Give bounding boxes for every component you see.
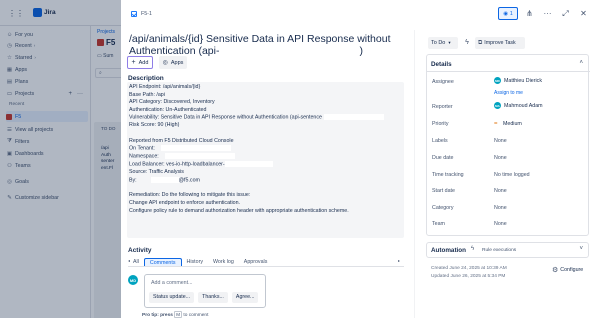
chevron-down-icon: ˅	[579, 246, 583, 252]
lightning-icon: ϟ	[471, 246, 475, 252]
pro-tip: Pro tip: press M to comment	[142, 311, 209, 318]
description-line: Vulnerability: Sensitive Data in API Res…	[129, 114, 402, 122]
redacted-text	[224, 161, 273, 168]
details-heading[interactable]: Details	[431, 61, 452, 68]
quick-reply-thanks[interactable]: Thanks...	[198, 292, 228, 303]
description-line: API Endpoint: /api/animals/{id}	[129, 84, 201, 90]
description-line: Base Path: /api	[129, 91, 165, 98]
description-line: Namespace:	[129, 153, 402, 161]
labels-value[interactable]: None	[494, 138, 507, 144]
description-line: Configure policy rule to demand authoriz…	[129, 207, 349, 214]
updated-timestamp: Updated June 26, 2025 at 5:34 PM	[431, 274, 506, 279]
automation-action-button[interactable]: ϟ	[461, 37, 473, 49]
gear-icon: ⚙	[552, 267, 559, 274]
created-timestamp: Created June 24, 2025 at 10:39 AM	[431, 266, 507, 271]
expand-button[interactable]: ⤢	[559, 7, 572, 20]
assignee-value[interactable]: MD Matthieu Dierick	[494, 77, 542, 84]
issue-key[interactable]: F5-1	[131, 11, 152, 17]
details-panel: Details ˄ Assignee MD Matthieu Dierick As…	[426, 54, 590, 236]
redacted-text	[219, 46, 360, 57]
redacted-text	[150, 176, 179, 183]
time-tracking-value[interactable]: No time logged	[494, 172, 530, 178]
description-line: On Tenant:	[129, 145, 402, 153]
quick-replies: Status update... Thanks... Agree...	[149, 292, 259, 303]
field-label: Priority	[432, 121, 449, 127]
priority-medium-icon: =	[494, 120, 498, 127]
issue-title[interactable]: /api/animals/{id} Sensitive Data in API …	[129, 33, 394, 57]
team-value[interactable]: None	[494, 221, 507, 227]
redacted-text	[323, 114, 384, 121]
close-icon: ✕	[580, 9, 587, 18]
task-type-icon	[131, 11, 137, 17]
lightning-icon: ϟ	[465, 39, 469, 46]
quick-reply-agree[interactable]: Agree...	[231, 292, 259, 303]
description-line: Remediation: Do the following to mitigat…	[129, 192, 251, 199]
panel-divider	[414, 30, 415, 318]
improve-task-button[interactable]: ⧉ Improve Task	[475, 37, 525, 49]
description-body[interactable]: API Endpoint: /api/animals/{id} Base Pat…	[127, 82, 404, 238]
field-label: Reporter	[432, 104, 453, 110]
description-line: Reported from F5 Distributed Cloud Conso…	[129, 137, 234, 144]
due-date-value[interactable]: None	[494, 155, 507, 161]
redacted-text	[160, 145, 231, 152]
share-icon: ⋔	[526, 9, 533, 18]
automation-panel[interactable]: Automation ϟ Rule executions ˅	[426, 242, 589, 258]
ai-sparkle-icon: ⧉	[478, 40, 483, 46]
scroll-left-icon[interactable]: ◂	[128, 258, 130, 263]
share-button[interactable]: ⋔	[523, 7, 536, 20]
description-line: By: @f5.com	[129, 176, 200, 184]
close-button[interactable]: ✕	[577, 7, 590, 20]
avatar: MD	[128, 275, 138, 285]
description-line: Change API endpoint to enforce authentic…	[129, 199, 241, 206]
reporter-value[interactable]: MA Mahmoud Adam	[494, 102, 543, 109]
avatar: MD	[494, 77, 501, 84]
plus-icon: +	[131, 59, 136, 66]
automation-heading: Automation	[431, 247, 466, 254]
field-label: Due date	[432, 155, 454, 161]
eye-icon: ◉	[503, 10, 508, 17]
status-dropdown[interactable]: To Do ▾	[428, 37, 458, 49]
divider	[128, 266, 404, 267]
add-button[interactable]: + Add	[127, 56, 153, 69]
redacted-text	[164, 153, 235, 160]
field-label: Assignee	[432, 79, 454, 85]
avatar: MA	[494, 102, 501, 109]
description-line: Load Balancer: ves-io-http-loadbalancer-	[129, 161, 402, 169]
description-line: Risk Score: 90 (High)	[129, 122, 180, 129]
field-label: Team	[432, 221, 445, 227]
category-value[interactable]: None	[494, 205, 507, 211]
priority-value[interactable]: = Medium	[494, 120, 522, 128]
configure-button[interactable]: ⚙ Configure	[552, 266, 583, 274]
expand-icon: ⤢	[562, 8, 569, 18]
apps-button[interactable]: ◎ Apps	[159, 56, 187, 69]
watch-count: 1	[509, 10, 513, 17]
description-line: Authentication: Un-Authenticated	[129, 106, 207, 113]
divider	[427, 71, 590, 72]
watch-button[interactable]: ◉ 1	[498, 7, 518, 20]
chevron-down-icon: ▾	[448, 40, 451, 45]
field-label: Start date	[432, 188, 455, 194]
field-label: Labels	[432, 138, 448, 144]
scroll-right-icon[interactable]: ▸	[398, 258, 400, 263]
more-icon: ···	[543, 9, 552, 18]
description-heading: Description	[128, 75, 164, 82]
comment-placeholder: Add a comment...	[151, 280, 193, 286]
activity-heading: Activity	[128, 247, 152, 254]
field-label: Category	[432, 205, 454, 211]
comment-input[interactable]: Add a comment... Status update... Thanks…	[144, 274, 266, 308]
description-line: API Category: Discovered, Inventory	[129, 99, 215, 106]
issue-modal: F5-1 ◉ 1 ⋔ ··· ⤢ ✕ /api/animals/{id} Sen…	[121, 0, 600, 318]
quick-reply-status-update[interactable]: Status update...	[149, 292, 195, 303]
rule-executions-label: Rule executions	[482, 248, 517, 253]
more-actions-button[interactable]: ···	[541, 7, 554, 20]
apps-icon: ◎	[162, 60, 168, 66]
field-label: Time tracking	[432, 172, 464, 178]
description-line: Source: Traffic Analysis	[129, 169, 184, 176]
assign-to-me-link[interactable]: Assign to me	[494, 90, 523, 96]
modal-actions: ◉ 1 ⋔ ··· ⤢ ✕	[498, 7, 590, 20]
chevron-up-icon[interactable]: ˄	[579, 60, 583, 66]
start-date-value[interactable]: None	[494, 188, 507, 194]
